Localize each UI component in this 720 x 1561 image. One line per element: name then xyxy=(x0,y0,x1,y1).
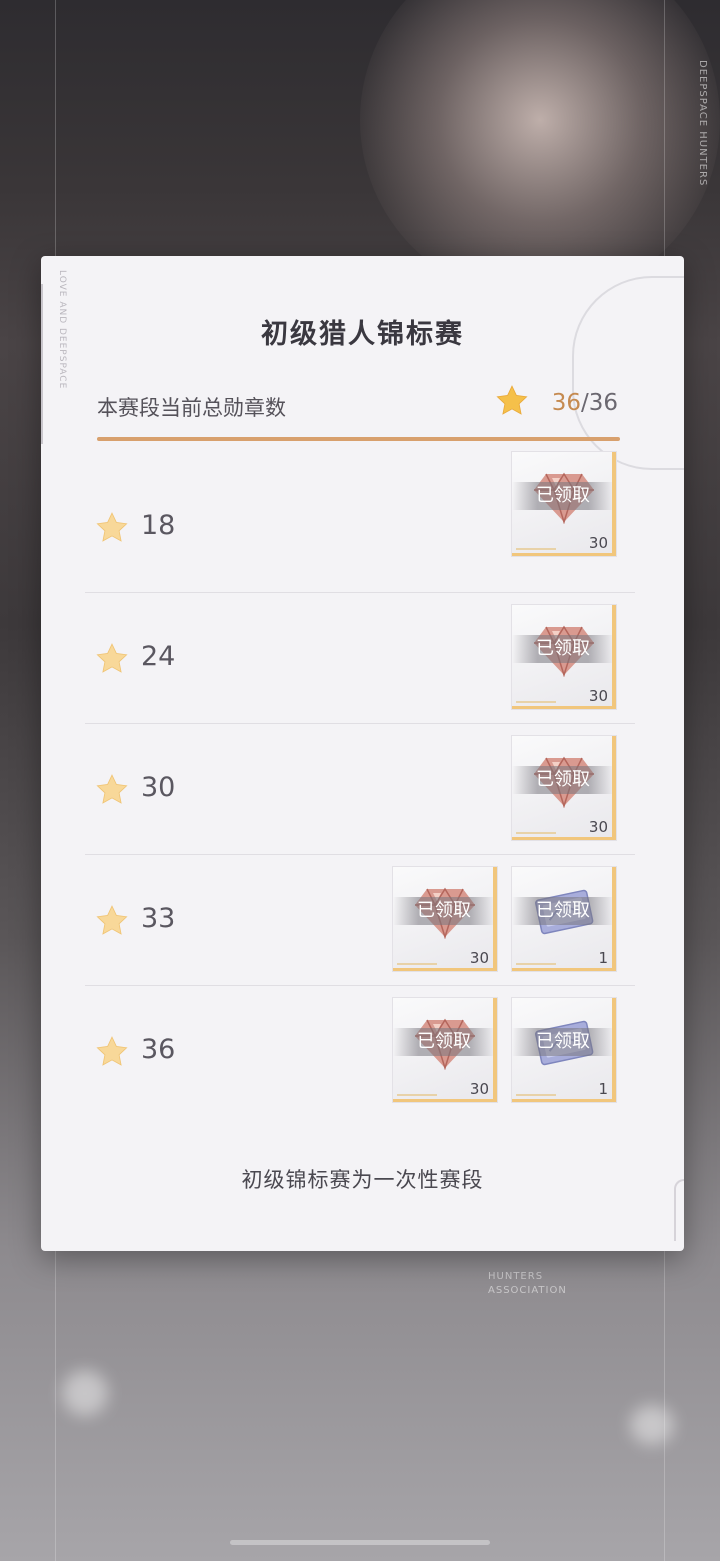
reward-quantity: 30 xyxy=(469,1080,489,1098)
total-current: 36 xyxy=(551,390,581,416)
footer-note: 初级锦标赛为一次性赛段 xyxy=(241,1168,484,1192)
association-line: HUNTERS xyxy=(488,1271,544,1282)
reward-frame-edge xyxy=(512,553,616,556)
reward-frame-edge xyxy=(512,706,616,709)
reward-frame-edge xyxy=(393,968,497,971)
total-separator: / xyxy=(580,390,589,416)
tier-row: 24 已领取 30 xyxy=(85,594,635,724)
reward-fine-print xyxy=(516,548,556,550)
reward-frame-edge xyxy=(612,736,616,840)
background-bokeh xyxy=(62,1370,108,1416)
tier-threshold: 33 xyxy=(141,903,176,934)
reward-card[interactable]: 已领取 30 xyxy=(392,997,498,1103)
row-divider xyxy=(85,854,635,855)
reward-frame-edge xyxy=(493,998,497,1102)
tier-row: 30 已领取 30 xyxy=(85,725,635,855)
tier-threshold: 36 xyxy=(141,1034,176,1065)
background-glow xyxy=(360,0,720,300)
star-icon xyxy=(496,385,528,415)
total-max: 36 xyxy=(588,390,618,416)
reward-card[interactable]: 已领取 30 xyxy=(511,604,617,710)
reward-card[interactable]: 已领取 1 xyxy=(511,997,617,1103)
panel-edge-line xyxy=(41,284,43,444)
association-line: ASSOCIATION xyxy=(488,1285,567,1296)
association-text: HUNTERS ASSOCIATION xyxy=(488,1270,567,1298)
claimed-status: 已领取 xyxy=(512,635,614,663)
tier-threshold: 30 xyxy=(141,772,176,803)
reward-frame-edge xyxy=(493,867,497,971)
reward-quantity: 30 xyxy=(588,534,608,552)
background-bokeh xyxy=(630,1405,674,1445)
star-icon xyxy=(95,1035,129,1069)
reward-fine-print xyxy=(516,832,556,834)
reward-frame-edge xyxy=(512,1099,616,1102)
tier-threshold: 18 xyxy=(141,510,176,541)
claimed-status: 已领取 xyxy=(512,1028,614,1056)
reward-fine-print xyxy=(516,963,556,965)
claimed-status: 已领取 xyxy=(393,897,495,925)
reward-frame-edge xyxy=(612,605,616,709)
brand-vertical-text: DEEPSPACE HUNTERS xyxy=(697,60,708,187)
claimed-status: 已领取 xyxy=(512,482,614,510)
row-divider xyxy=(85,592,635,593)
star-icon xyxy=(95,773,129,807)
reward-fine-print xyxy=(397,963,437,965)
reward-frame-edge xyxy=(612,998,616,1102)
home-indicator[interactable] xyxy=(230,1540,490,1545)
claimed-status: 已领取 xyxy=(393,1028,495,1056)
reward-frame-edge xyxy=(393,1099,497,1102)
row-divider xyxy=(85,985,635,986)
panel-title: 初级猎人锦标赛 xyxy=(261,319,464,350)
total-medals-value: 36/36 xyxy=(552,390,618,416)
total-progress-bar xyxy=(97,437,620,441)
reward-quantity: 30 xyxy=(588,687,608,705)
tier-row: 33 已领取 30 已领取 1 xyxy=(85,856,635,986)
total-medals-label: 本赛段当前总勋章数 xyxy=(97,396,286,420)
reward-card[interactable]: 已领取 1 xyxy=(511,866,617,972)
reward-fine-print xyxy=(397,1094,437,1096)
reward-quantity: 30 xyxy=(588,818,608,836)
reward-quantity: 1 xyxy=(598,949,608,967)
tournament-panel: LOVE AND DEEPSPACE 初级猎人锦标赛 本赛段当前总勋章数 36/… xyxy=(41,256,684,1251)
star-icon xyxy=(95,511,129,545)
tier-threshold: 24 xyxy=(141,641,176,672)
reward-frame-edge xyxy=(512,837,616,840)
reward-quantity: 30 xyxy=(469,949,489,967)
reward-fine-print xyxy=(516,701,556,703)
reward-card[interactable]: 已领取 30 xyxy=(392,866,498,972)
reward-frame-edge xyxy=(612,452,616,556)
reward-card[interactable]: 已领取 30 xyxy=(511,451,617,557)
reward-frame-edge xyxy=(612,867,616,971)
reward-fine-print xyxy=(516,1094,556,1096)
tier-row: 18 已领取 30 xyxy=(85,451,635,593)
star-icon xyxy=(95,904,129,938)
reward-quantity: 1 xyxy=(598,1080,608,1098)
row-divider xyxy=(85,723,635,724)
reward-card[interactable]: 已领取 30 xyxy=(511,735,617,841)
star-icon xyxy=(95,642,129,676)
tier-row: 36 已领取 30 已领取 1 xyxy=(85,987,635,1117)
reward-frame-edge xyxy=(512,968,616,971)
claimed-status: 已领取 xyxy=(512,766,614,794)
claimed-status: 已领取 xyxy=(512,897,614,925)
